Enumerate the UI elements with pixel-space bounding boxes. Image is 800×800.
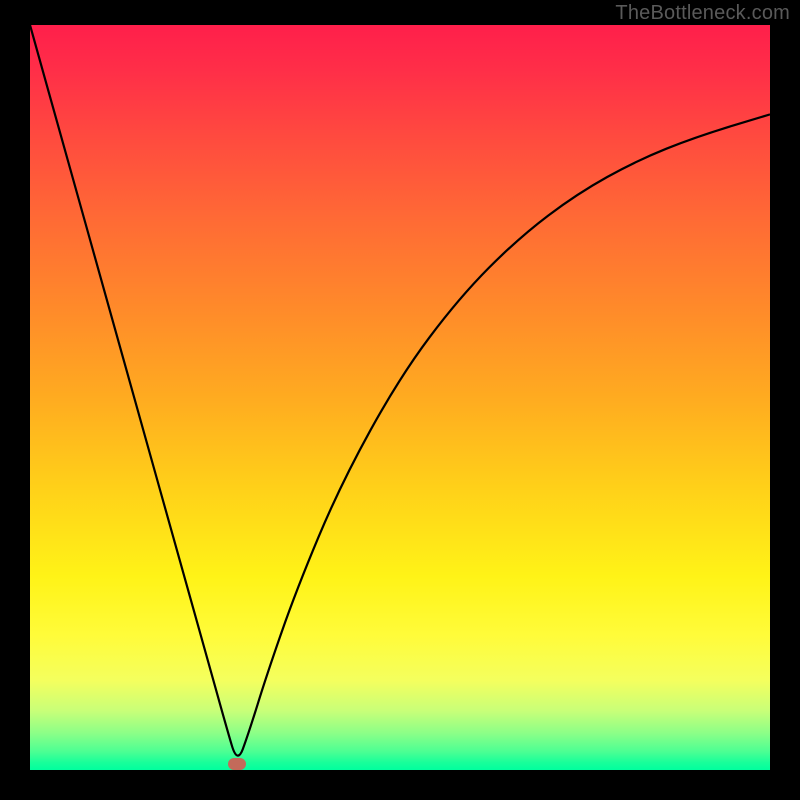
bottleneck-curve xyxy=(30,25,770,756)
watermark-text: TheBottleneck.com xyxy=(615,2,790,25)
curve-svg xyxy=(30,25,770,770)
chart-frame: TheBottleneck.com xyxy=(0,0,800,800)
minimum-dot xyxy=(228,758,246,770)
plot-area xyxy=(30,25,770,770)
